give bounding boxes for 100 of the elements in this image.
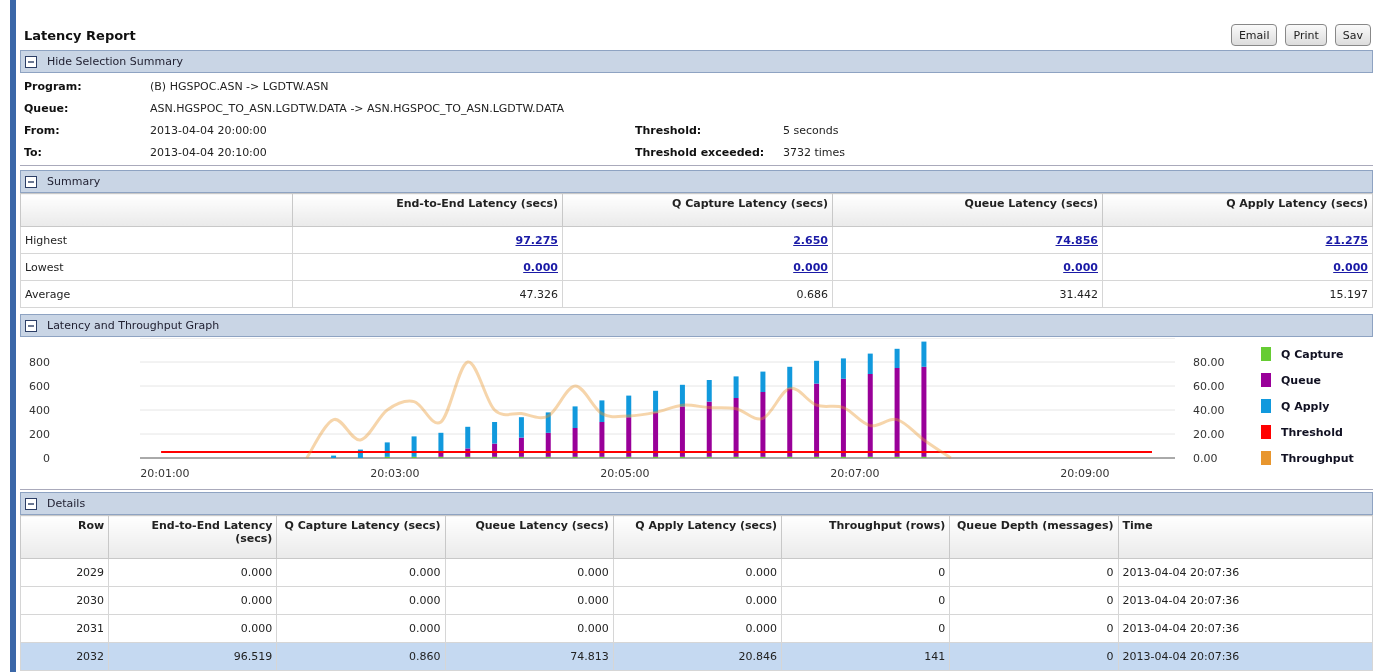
axis-label: 40.00 (1193, 404, 1225, 417)
axis-label: 80.00 (1193, 356, 1225, 369)
table-cell: 2029 (20, 558, 109, 587)
column-header: Time (1118, 515, 1373, 559)
field-value: 2013-04-04 20:10:00 (150, 145, 268, 159)
table-cell: 2030 (20, 586, 109, 615)
table-cell: 0.000 (108, 558, 277, 587)
bar (357, 449, 363, 458)
table-cell: 0.000 (613, 614, 782, 643)
legend-label: Q Apply (1281, 399, 1330, 413)
table-cell: 0.000 (445, 614, 614, 643)
table-cell: 0.860 (276, 642, 446, 671)
section-title: Summary (47, 175, 101, 188)
toolbar-button[interactable]: Print (1285, 24, 1327, 46)
column-header: Q Capture Latency (secs) (562, 193, 833, 227)
table-cell: 0 (781, 558, 950, 587)
field-value: ASN.HGSPOC_TO_ASN.LGDTW.DATA -> ASN.HGSPOC_TO_ASN.LGDTW.DATA (150, 101, 565, 115)
table-cell: 2013-04-04 20:07:36 (1118, 558, 1373, 587)
table-cell: 0.000 (445, 558, 614, 587)
report-title: Latency Report (23, 27, 136, 43)
field-value: 3732 times (783, 145, 847, 159)
row-label: Highest (20, 226, 293, 254)
field-value: 2013-04-04 20:00:00 (150, 123, 268, 137)
row-label: Average (20, 280, 293, 308)
axis-label: 200 (29, 428, 50, 441)
table-cell: 0.000 (108, 614, 277, 643)
axis-label: 0 (43, 452, 50, 465)
table-cell: 2013-04-04 20:07:36 (1118, 586, 1373, 615)
table-cell: 0 (949, 614, 1119, 643)
table-cell: 2013-04-04 20:07:36 (1118, 642, 1373, 671)
section-header[interactable]: Latency and Throughput Graph (20, 314, 1373, 337)
table-cell: 0 (949, 558, 1119, 587)
legend-label: Threshold (1281, 425, 1343, 439)
toolbar-button[interactable]: Sav (1334, 24, 1371, 46)
field-label: Threshold: (635, 123, 703, 137)
column-header: End-to-End Latency (secs) (292, 193, 563, 227)
table-cell: 20.846 (613, 642, 782, 671)
legend-label: Queue (1281, 373, 1321, 387)
table-cell: 0.000 (613, 558, 782, 587)
axis-label: 20:01:00 (140, 467, 190, 480)
value-link[interactable]: 74.856 (1055, 233, 1098, 247)
axis-label: 600 (29, 380, 50, 393)
axis-label: 800 (29, 356, 50, 369)
column-header: End-to-End Latency (secs) (108, 515, 277, 559)
collapse-icon[interactable] (25, 55, 37, 68)
section-title: Latency and Throughput Graph (47, 319, 220, 332)
table-cell: 0 (949, 642, 1119, 671)
axis-label: 20:05:00 (600, 467, 650, 480)
value-link[interactable]: 21.275 (1325, 233, 1368, 247)
field-label: Queue: (24, 101, 70, 115)
value-link[interactable]: 0.000 (523, 260, 558, 274)
toolbar-button[interactable]: Email (1230, 24, 1278, 46)
axis-label: 0.00 (1193, 452, 1218, 465)
section-title: Hide Selection Summary (47, 55, 183, 68)
table-cell: 0.000 (276, 586, 446, 615)
table-cell: 0 (949, 586, 1119, 615)
table-cell: 0.000 (445, 586, 614, 615)
axis-label: 20.00 (1193, 428, 1225, 441)
table-cell: 2013-04-04 20:07:36 (1118, 614, 1373, 643)
table-cell: 74.813 (445, 642, 614, 671)
field-label: To: (24, 145, 43, 159)
column-header: Row (20, 515, 109, 559)
collapse-icon[interactable] (25, 319, 37, 332)
section-header[interactable]: Details (20, 492, 1373, 515)
table-cell: 2032 (20, 642, 109, 671)
value-link[interactable]: 97.275 (515, 233, 558, 247)
table-cell: 47.326 (292, 280, 563, 308)
column-header: Q Apply Latency (secs) (1102, 193, 1373, 227)
table-cell: 0 (781, 586, 950, 615)
bar (331, 455, 337, 458)
table-cell: 0.000 (613, 586, 782, 615)
legend-label: Q Capture (1281, 347, 1344, 361)
axis-label: 400 (29, 404, 50, 417)
table-cell: 31.442 (832, 280, 1103, 308)
axis-label: 20:07:00 (830, 467, 880, 480)
axis-label: 60.00 (1193, 380, 1225, 393)
collapse-icon[interactable] (25, 175, 37, 188)
table-cell: 141 (781, 642, 950, 671)
value-link[interactable]: 2.650 (793, 233, 828, 247)
value-link[interactable]: 0.000 (793, 260, 828, 274)
section-header[interactable]: Hide Selection Summary (20, 50, 1373, 73)
field-label: Program: (24, 79, 83, 93)
field-label: Threshold exceeded: (635, 145, 766, 159)
column-header: Throughput (rows) (781, 515, 950, 559)
table-cell: 0.686 (562, 280, 833, 308)
section-title: Details (47, 497, 86, 510)
table-cell: 0.000 (108, 586, 277, 615)
field-label: From: (24, 123, 61, 137)
field-value: (B) HGSPOC.ASN -> LGDTW.ASN (150, 79, 330, 93)
table-cell: 96.519 (108, 642, 277, 671)
field-value: 5 seconds (783, 123, 840, 137)
column-header: Q Capture Latency (secs) (276, 515, 446, 559)
table-cell: 0 (781, 614, 950, 643)
section-header[interactable]: Summary (20, 170, 1373, 193)
value-link[interactable]: 0.000 (1063, 260, 1098, 274)
value-link[interactable]: 0.000 (1333, 260, 1368, 274)
table-cell: 0.000 (276, 614, 446, 643)
table-cell: 2031 (20, 614, 109, 643)
legend-label: Throughput (1281, 451, 1354, 465)
collapse-icon[interactable] (25, 497, 37, 510)
